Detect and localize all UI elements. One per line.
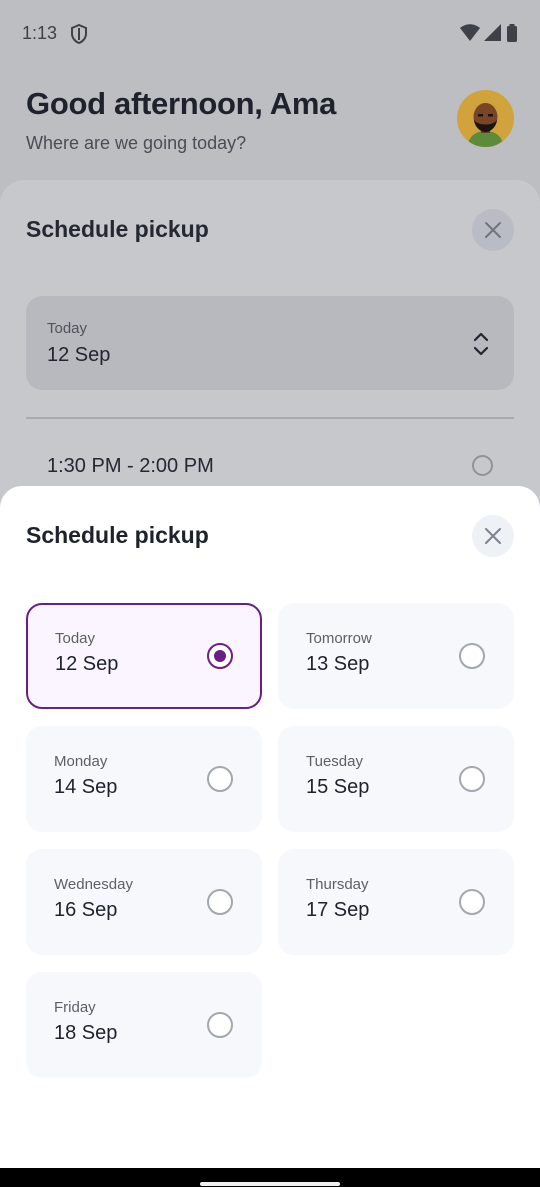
wifi-icon (460, 24, 480, 41)
radio-selected-icon[interactable] (207, 643, 233, 669)
date-option-day: Monday (54, 753, 108, 770)
background-date-value: 12 Sep (47, 344, 111, 366)
background-sheet-title: Schedule pickup (26, 216, 209, 242)
date-option-date: 18 Sep (54, 1022, 118, 1044)
radio-icon[interactable] (207, 766, 233, 792)
greeting-subtitle: Where are we going today? (26, 133, 247, 153)
date-option-today[interactable]: Today 12 Sep (26, 603, 262, 709)
background-radio-icon (472, 455, 493, 476)
date-option-date: 14 Sep (54, 776, 118, 798)
date-option-friday[interactable]: Friday 18 Sep (26, 972, 262, 1078)
background-close-button (472, 209, 514, 251)
status-time: 1:13 (22, 23, 58, 43)
date-option-day: Wednesday (54, 876, 133, 893)
radio-icon[interactable] (207, 889, 233, 915)
chevron-up-down-icon (473, 332, 489, 356)
radio-icon[interactable] (459, 889, 485, 915)
battery-icon (507, 24, 517, 42)
home-gesture-handle[interactable] (200, 1182, 340, 1186)
greeting-title: Good afternoon, Ama (26, 86, 337, 121)
avatar[interactable] (457, 90, 514, 147)
background-date-select: Today 12 Sep (26, 296, 514, 390)
navigation-bar (0, 1168, 540, 1187)
date-option-day: Friday (54, 999, 96, 1016)
date-option-date: 15 Sep (306, 776, 370, 798)
close-button[interactable] (472, 515, 514, 557)
background-date-day: Today (47, 320, 88, 337)
schedule-pickup-sheet: Schedule pickup Today 12 Sep Tomorrow 13… (0, 486, 540, 1168)
date-option-date: 12 Sep (55, 653, 119, 675)
status-icons (460, 24, 518, 42)
radio-icon[interactable] (207, 1012, 233, 1038)
avatar-illustration (457, 90, 514, 147)
sheet-title: Schedule pickup (26, 522, 209, 548)
date-option-date: 16 Sep (54, 899, 118, 921)
date-option-tuesday[interactable]: Tuesday 15 Sep (278, 726, 514, 832)
divider (26, 417, 514, 419)
background-time-slot: 1:30 PM - 2:00 PM (47, 455, 214, 477)
radio-icon[interactable] (459, 766, 485, 792)
status-bar: 1:13 (0, 0, 540, 66)
shield-icon (71, 24, 87, 44)
date-option-thursday[interactable]: Thursday 17 Sep (278, 849, 514, 955)
date-option-day: Tuesday (306, 753, 363, 770)
date-option-day: Today (55, 630, 96, 647)
date-option-date: 17 Sep (306, 899, 370, 921)
date-option-tomorrow[interactable]: Tomorrow 13 Sep (278, 603, 514, 709)
close-icon (485, 528, 501, 544)
close-icon (485, 222, 501, 238)
date-option-day: Tomorrow (306, 630, 372, 647)
date-option-day: Thursday (306, 876, 369, 893)
radio-icon[interactable] (459, 643, 485, 669)
date-option-monday[interactable]: Monday 14 Sep (26, 726, 262, 832)
date-option-wednesday[interactable]: Wednesday 16 Sep (26, 849, 262, 955)
signal-icon (484, 24, 501, 41)
date-option-date: 13 Sep (306, 653, 370, 675)
